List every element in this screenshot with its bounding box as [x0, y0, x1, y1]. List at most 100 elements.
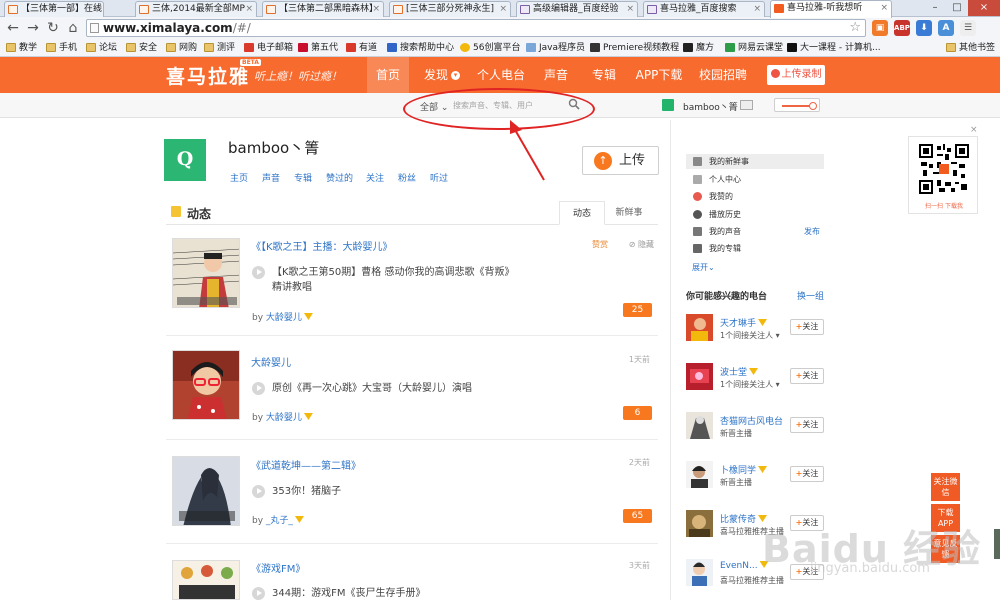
- settings-icon[interactable]: ☰: [960, 20, 976, 36]
- nav-campus-recruit[interactable]: 校园招聘: [697, 57, 749, 93]
- feedback-tab[interactable]: 意见反馈: [931, 535, 960, 563]
- radio-name[interactable]: 卜橡同学: [720, 463, 768, 476]
- nav-home[interactable]: 首页: [367, 57, 409, 93]
- bookmark-folder[interactable]: 论坛: [86, 41, 117, 55]
- comment-count-badge[interactable]: 6: [623, 406, 652, 420]
- reload-icon[interactable]: ↻: [44, 19, 62, 37]
- close-icon[interactable]: ×: [245, 2, 253, 16]
- browser-tab[interactable]: [三体三部分死神永生] ×: [389, 1, 511, 17]
- feed-thumbnail[interactable]: [172, 238, 240, 308]
- sidebar-item-news[interactable]: 我的新鲜事: [686, 154, 824, 169]
- nav-albums[interactable]: 专辑: [586, 57, 622, 93]
- feed-item-description[interactable]: 344期：游戏FM《丧尸生存手册》: [272, 586, 512, 600]
- extension-icon[interactable]: ▣: [872, 20, 888, 36]
- volume-handle[interactable]: [809, 102, 817, 110]
- feed-item-title[interactable]: 《游戏FM》: [251, 560, 305, 575]
- window-close-icon[interactable]: ×: [968, 0, 1000, 16]
- forward-icon[interactable]: →: [24, 19, 42, 37]
- download-app-tab[interactable]: 下载APP: [931, 504, 960, 532]
- feed-item-title[interactable]: 《武道乾坤——第二辑》: [251, 457, 361, 472]
- close-icon[interactable]: ×: [499, 2, 507, 16]
- chevron-down-icon[interactable]: ▾: [776, 331, 780, 340]
- minimize-icon[interactable]: –: [924, 0, 946, 16]
- radio-avatar[interactable]: [686, 363, 713, 390]
- radio-avatar[interactable]: [686, 510, 713, 537]
- translate-icon[interactable]: A: [938, 20, 954, 36]
- profile-tab-home[interactable]: 主页: [230, 171, 248, 184]
- radio-name[interactable]: EvenN...: [720, 561, 769, 571]
- feed-item-description[interactable]: 原创《再一次心跳》大宝哥（大龄婴儿）演唱: [272, 381, 572, 396]
- bookmark-link[interactable]: 魔方: [683, 41, 714, 55]
- feed-thumbnail[interactable]: [172, 350, 240, 420]
- upload-record-button[interactable]: 上传录制: [767, 65, 825, 85]
- sidebar-item-personal-center[interactable]: 个人中心: [686, 172, 824, 187]
- adblock-icon[interactable]: ABP: [894, 20, 910, 36]
- browser-tab[interactable]: 三体,2014最新全部MP ×: [135, 1, 257, 17]
- gift-label[interactable]: 赞赏: [592, 239, 608, 250]
- author-link[interactable]: 大龄婴儿: [266, 313, 302, 323]
- upload-button[interactable]: ↑ 上传: [582, 146, 659, 175]
- bookmark-link[interactable]: 第五代: [298, 41, 338, 55]
- feed-item-title[interactable]: 大龄婴儿: [251, 354, 291, 369]
- maximize-icon[interactable]: □: [946, 0, 968, 16]
- follow-button[interactable]: +关注: [790, 368, 824, 384]
- author-link[interactable]: _丸子_: [266, 516, 293, 526]
- chevron-down-icon[interactable]: ▾: [776, 380, 780, 389]
- radio-name[interactable]: 杏猫网古风电台: [720, 414, 783, 427]
- expand-button[interactable]: 展开⌄: [692, 262, 715, 273]
- address-bar[interactable]: www.ximalaya.com/#/ ☆: [86, 19, 866, 37]
- bookmark-link[interactable]: Java程序员: [526, 41, 585, 55]
- follow-button[interactable]: +关注: [790, 564, 824, 580]
- home-icon[interactable]: ⌂: [64, 19, 82, 37]
- hide-button[interactable]: ⊘ 隐藏: [629, 239, 654, 250]
- bookmark-link[interactable]: Premiere视频教程: [590, 41, 679, 55]
- bookmark-link[interactable]: 有道: [346, 41, 377, 55]
- radio-avatar[interactable]: [686, 461, 713, 488]
- comment-count-badge[interactable]: 65: [623, 509, 652, 523]
- user-menu[interactable]: bamboo丶箐 ▾: [683, 100, 745, 113]
- follow-button[interactable]: +关注: [790, 466, 824, 482]
- bookmark-folder[interactable]: 安全: [126, 41, 157, 55]
- close-icon[interactable]: ×: [92, 2, 100, 16]
- nav-sounds[interactable]: 声音: [538, 57, 574, 93]
- browser-tab[interactable]: 【三体第二部黑暗森林】 ×: [262, 1, 384, 17]
- author-link[interactable]: 大龄婴儿: [266, 413, 302, 423]
- follow-wechat-tab[interactable]: 关注微信: [931, 473, 960, 501]
- browser-tab[interactable]: 高级编辑器_百度经验 ×: [516, 1, 638, 17]
- profile-tab-listened[interactable]: 听过: [430, 171, 448, 184]
- bookmark-folder[interactable]: 其他书签: [946, 41, 995, 55]
- publish-link[interactable]: 发布: [804, 224, 820, 239]
- back-icon[interactable]: ←: [4, 19, 22, 37]
- bookmark-star-icon[interactable]: ☆: [849, 20, 861, 36]
- browser-tab[interactable]: 喜马拉雅_百度搜索 ×: [643, 1, 765, 17]
- sidebar-item-my-albums[interactable]: 我的专辑: [686, 241, 824, 256]
- feed-item-description[interactable]: 353你！猪脑子: [272, 484, 512, 499]
- nav-discover[interactable]: 发现 ▾: [418, 57, 466, 93]
- profile-tab-following[interactable]: 关注: [366, 171, 384, 184]
- site-logo[interactable]: 喜马拉雅: [166, 62, 250, 89]
- feed-item-description[interactable]: 【K歌之王第50期】曹格 感动你我的高调悲歌《背叛》精讲教唱: [272, 265, 512, 295]
- close-icon[interactable]: ×: [372, 2, 380, 16]
- follow-button[interactable]: +关注: [790, 319, 824, 335]
- avatar[interactable]: [662, 99, 674, 111]
- follow-button[interactable]: +关注: [790, 417, 824, 433]
- bookmark-link[interactable]: 网易云课堂: [725, 41, 783, 55]
- bookmark-folder[interactable]: 网购: [166, 41, 197, 55]
- bookmark-link[interactable]: 搜索帮助中心: [387, 41, 454, 55]
- close-icon[interactable]: ×: [880, 1, 888, 15]
- play-icon[interactable]: [252, 266, 265, 279]
- close-icon[interactable]: ×: [626, 2, 634, 16]
- profile-tab-liked[interactable]: 赞过的: [326, 171, 353, 184]
- bookmark-link[interactable]: 电子邮箱: [244, 41, 293, 55]
- profile-tab-albums[interactable]: 专辑: [294, 171, 312, 184]
- bookmark-link[interactable]: 56创富平台: [460, 41, 520, 55]
- play-icon[interactable]: [252, 382, 265, 395]
- play-icon[interactable]: [252, 485, 265, 498]
- sidebar-item-history[interactable]: 播放历史: [686, 207, 824, 222]
- bookmark-folder[interactable]: 手机: [46, 41, 77, 55]
- close-icon[interactable]: ×: [970, 125, 978, 135]
- profile-avatar[interactable]: Q: [164, 139, 206, 181]
- search-input[interactable]: [453, 98, 573, 113]
- search-icon[interactable]: [568, 98, 580, 110]
- radio-avatar[interactable]: [686, 559, 713, 586]
